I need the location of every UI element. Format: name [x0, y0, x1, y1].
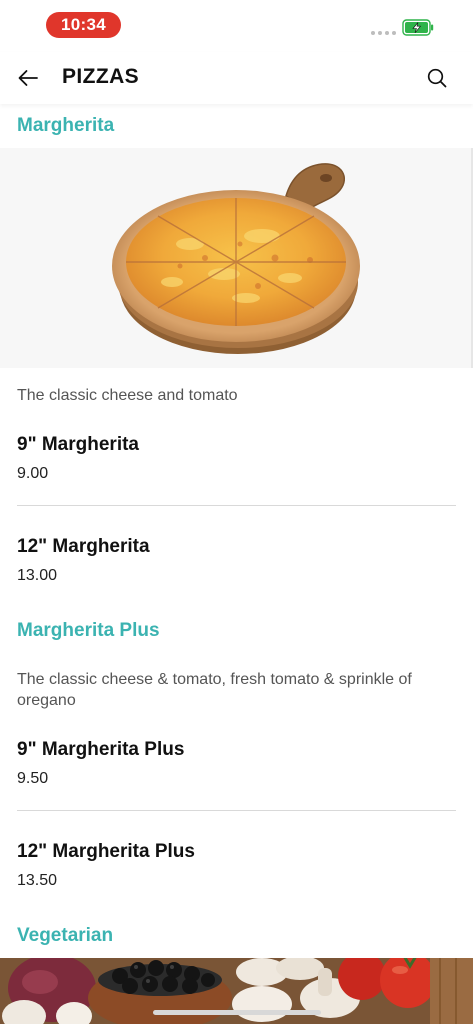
section-heading-margherita: Margherita — [17, 115, 115, 136]
search-button[interactable] — [423, 64, 451, 92]
divider — [17, 505, 456, 506]
menu-item[interactable]: 12" Margherita 13.00 — [17, 536, 456, 585]
divider — [17, 810, 456, 811]
nav-bar: PIZZAS — [0, 52, 473, 104]
item-name: 9" Margherita Plus — [17, 739, 185, 760]
section-heading-vegetarian: Vegetarian — [17, 925, 114, 946]
signal-icon — [371, 31, 396, 35]
battery-charging-icon — [402, 19, 434, 36]
item-price: 13.50 — [17, 872, 58, 889]
page-title: PIZZAS — [62, 65, 140, 88]
menu-item[interactable]: 12" Margherita Plus 13.50 — [17, 841, 456, 890]
item-name: 12" Margherita Plus — [17, 841, 195, 862]
home-indicator[interactable] — [153, 1010, 321, 1015]
section-description-margherita-plus: The classic cheese & tomato, fresh tomat… — [17, 671, 412, 709]
item-name: 12" Margherita — [17, 536, 150, 557]
pizza-illustration — [112, 163, 360, 354]
margherita-image — [0, 148, 473, 368]
section-heading-margherita-plus: Margherita Plus — [17, 620, 160, 641]
menu-item[interactable]: 9" Margherita Plus 9.50 — [17, 739, 456, 788]
status-time: 10:34 — [46, 12, 121, 38]
arrow-left-icon — [18, 70, 38, 86]
status-bar: 10:34 — [0, 0, 473, 50]
item-price: 13.00 — [17, 567, 58, 584]
item-price: 9.00 — [17, 465, 49, 482]
back-button[interactable] — [14, 64, 42, 92]
menu-item[interactable]: 9" Margherita 9.00 — [17, 434, 456, 483]
item-price: 9.50 — [17, 770, 49, 787]
section-description-margherita: The classic cheese and tomato — [17, 387, 238, 404]
item-name: 9" Margherita — [17, 434, 139, 455]
search-icon — [427, 68, 447, 88]
